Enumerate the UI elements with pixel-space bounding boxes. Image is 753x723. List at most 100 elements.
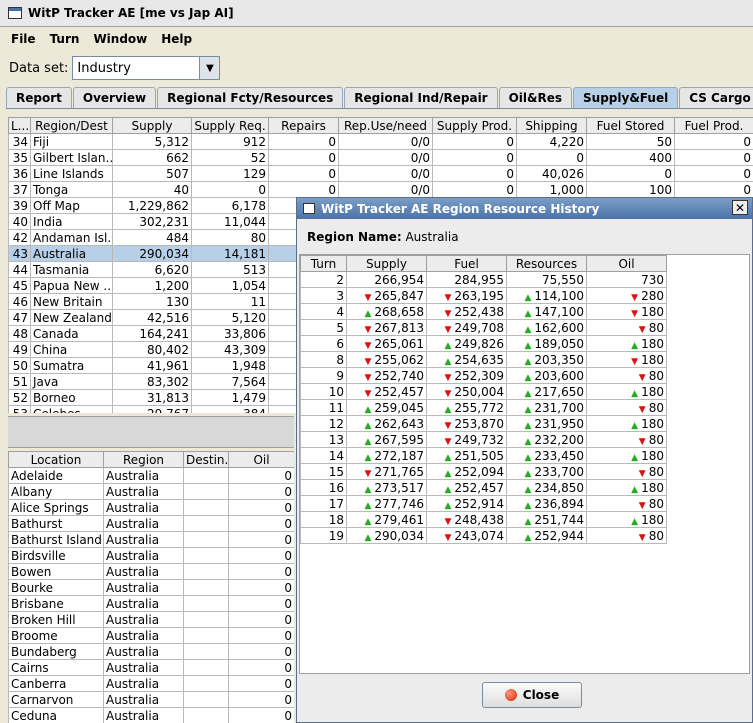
close-icon[interactable]: ✕ xyxy=(732,200,748,215)
table-cell: 0 xyxy=(432,165,517,182)
table-row[interactable]: 15 ▼ 271,765 ▲ 252,094 ▲ 233,700 ▼ 80 xyxy=(300,463,667,480)
oil-value: 80 xyxy=(648,320,664,335)
table-cell: Tonga xyxy=(30,181,113,198)
table-row[interactable]: 14 ▲ 272,187 ▲ 251,505 ▲ 233,450 ▲ 180 xyxy=(300,447,667,464)
table-row[interactable]: 36 Line Islands 507 129 0 0/0 0 40,026 0 0 xyxy=(8,165,753,182)
table-row[interactable]: Carnarvon Australia 0 xyxy=(8,691,294,708)
table-cell: Canberra xyxy=(8,675,104,692)
menu-help[interactable]: Help xyxy=(154,32,199,46)
column-header[interactable]: Region xyxy=(103,451,184,468)
column-header[interactable]: Location xyxy=(8,451,104,468)
res-value: 189,050 xyxy=(534,336,584,351)
menu-turn[interactable]: Turn xyxy=(43,32,87,46)
table-row[interactable]: Bathurst Island Australia 0 xyxy=(8,531,294,548)
table-row[interactable]: 19 ▲ 290,034 ▼ 243,074 ▲ 252,944 ▼ 80 xyxy=(300,527,667,544)
table-row[interactable]: 9 ▼ 252,740 ▼ 252,309 ▲ 203,600 ▼ 80 xyxy=(300,367,667,384)
up-arrow-icon: ▲ xyxy=(364,436,372,447)
menu-window[interactable]: Window xyxy=(86,32,154,46)
table-row[interactable]: 3 ▼ 265,847 ▼ 263,195 ▲ 114,100 ▼ 280 xyxy=(300,287,667,304)
column-header[interactable]: Supply xyxy=(112,117,192,134)
tab-report[interactable]: Report xyxy=(6,87,72,108)
table-row[interactable]: Broken Hill Australia 0 xyxy=(8,611,294,628)
table-row[interactable]: Canberra Australia 0 xyxy=(8,675,294,692)
table-row[interactable]: 2 266,954 284,955 75,550 730 xyxy=(300,271,667,288)
table-row[interactable]: Ceduna Australia 0 xyxy=(8,707,294,723)
table-row[interactable]: Adelaide Australia 0 xyxy=(8,467,294,484)
column-header[interactable]: Fuel Prod. xyxy=(674,117,753,134)
dataset-combo[interactable]: Industry ▼ xyxy=(72,56,221,80)
table-row[interactable]: Brisbane Australia 0 xyxy=(8,595,294,612)
fuel-cell: ▼ 252,309 xyxy=(426,367,507,384)
column-header[interactable]: Destin... xyxy=(183,451,229,468)
tab-supply-fuel[interactable]: Supply&Fuel xyxy=(573,87,679,108)
column-header[interactable]: Oil xyxy=(586,255,667,272)
column-header[interactable]: Oil xyxy=(228,451,294,468)
column-header[interactable]: Turn xyxy=(300,255,347,272)
table-row[interactable]: 16 ▲ 273,517 ▲ 252,457 ▲ 234,850 ▲ 180 xyxy=(300,479,667,496)
table-row[interactable]: 18 ▲ 279,461 ▼ 248,438 ▲ 251,744 ▲ 180 xyxy=(300,511,667,528)
table-row[interactable]: Birdsville Australia 0 xyxy=(8,547,294,564)
table-row[interactable]: 13 ▲ 267,595 ▼ 249,732 ▲ 232,200 ▼ 80 xyxy=(300,431,667,448)
table-cell: 0 xyxy=(228,675,294,692)
up-arrow-icon: ▲ xyxy=(631,420,639,431)
table-row[interactable]: 11 ▲ 259,045 ▲ 255,772 ▲ 231,700 ▼ 80 xyxy=(300,399,667,416)
up-arrow-icon: ▲ xyxy=(444,468,452,479)
chevron-down-icon[interactable]: ▼ xyxy=(199,57,220,79)
column-header[interactable]: Resources xyxy=(506,255,587,272)
table-cell: Papua New ... xyxy=(30,277,113,294)
table-cell: New Zealand xyxy=(30,309,113,326)
fuel-cell: ▼ 248,438 xyxy=(426,511,507,528)
column-header[interactable]: L... xyxy=(8,117,31,134)
table-row[interactable]: 37 Tonga 40 0 0 0/0 0 1,000 100 0 xyxy=(8,181,753,198)
column-header[interactable]: Fuel xyxy=(426,255,507,272)
table-cell: 35 xyxy=(8,149,31,166)
close-button[interactable]: Close xyxy=(482,682,582,708)
table-row[interactable]: 6 ▼ 265,061 ▲ 249,826 ▲ 189,050 ▲ 180 xyxy=(300,335,667,352)
turn-cell: 6 xyxy=(300,335,347,352)
table-cell: 0 xyxy=(674,181,753,198)
res-cell: ▲ 203,600 xyxy=(506,367,587,384)
table-row[interactable]: 34 Fiji 5,312 912 0 0/0 0 4,220 50 0 xyxy=(8,133,753,150)
menu-file[interactable]: File xyxy=(4,32,43,46)
split-pane-divider[interactable] xyxy=(8,416,294,448)
tab-oil-res[interactable]: Oil&Res xyxy=(498,87,573,108)
table-row[interactable]: 17 ▲ 277,746 ▲ 252,914 ▲ 236,894 ▼ 80 xyxy=(300,495,667,512)
column-header[interactable]: Supply Req. xyxy=(191,117,269,134)
supply-value: 290,034 xyxy=(374,528,424,543)
column-header[interactable]: Rep.Use/need xyxy=(338,117,433,134)
column-header[interactable]: Region/Dest xyxy=(30,117,113,134)
column-header[interactable]: Repairs xyxy=(268,117,339,134)
table-cell: 0 xyxy=(432,181,517,198)
table-row[interactable]: Bourke Australia 0 xyxy=(8,579,294,596)
table-row[interactable]: 10 ▼ 252,457 ▼ 250,004 ▲ 217,650 ▲ 180 xyxy=(300,383,667,400)
table-row[interactable]: Albany Australia 0 xyxy=(8,483,294,500)
down-arrow-icon: ▼ xyxy=(364,372,372,383)
column-header[interactable]: Supply Prod. xyxy=(432,117,517,134)
up-arrow-icon: ▲ xyxy=(364,420,372,431)
tab-cs-cargo-planning[interactable]: CS Cargo Planning xyxy=(679,87,753,108)
table-row[interactable]: Cairns Australia 0 xyxy=(8,659,294,676)
table-row[interactable]: 8 ▼ 255,062 ▲ 254,635 ▲ 203,350 ▼ 180 xyxy=(300,351,667,368)
table-row[interactable]: 5 ▼ 267,813 ▼ 249,708 ▲ 162,600 ▼ 80 xyxy=(300,319,667,336)
region-name-label: Region Name: xyxy=(307,230,402,244)
table-cell xyxy=(183,643,229,660)
column-header[interactable]: Fuel Stored xyxy=(586,117,675,134)
table-row[interactable]: Bundaberg Australia 0 xyxy=(8,643,294,660)
table-row[interactable]: Broome Australia 0 xyxy=(8,627,294,644)
table-cell: 52 xyxy=(8,389,31,406)
table-cell: 0 xyxy=(228,499,294,516)
table-row[interactable]: Bathurst Australia 0 xyxy=(8,515,294,532)
table-row[interactable]: Bowen Australia 0 xyxy=(8,563,294,580)
tab-overview[interactable]: Overview xyxy=(72,87,157,108)
column-header[interactable]: Supply xyxy=(346,255,427,272)
table-row[interactable]: 4 ▲ 268,658 ▼ 252,438 ▲ 147,100 ▼ 180 xyxy=(300,303,667,320)
turn-cell: 12 xyxy=(300,415,347,432)
column-header[interactable]: Shipping xyxy=(516,117,587,134)
tab-regional-ind-repair[interactable]: Regional Ind/Repair xyxy=(344,87,498,108)
table-cell: 0 xyxy=(228,627,294,644)
supply-cell: ▼ 252,457 xyxy=(346,383,427,400)
table-row[interactable]: 12 ▲ 262,643 ▼ 253,870 ▲ 231,950 ▲ 180 xyxy=(300,415,667,432)
tab-regional-fcty-resources[interactable]: Regional Fcty/Resources xyxy=(157,87,344,108)
table-row[interactable]: Alice Springs Australia 0 xyxy=(8,499,294,516)
table-row[interactable]: 35 Gilbert Islan... 662 52 0 0/0 0 0 400 0 xyxy=(8,149,753,166)
